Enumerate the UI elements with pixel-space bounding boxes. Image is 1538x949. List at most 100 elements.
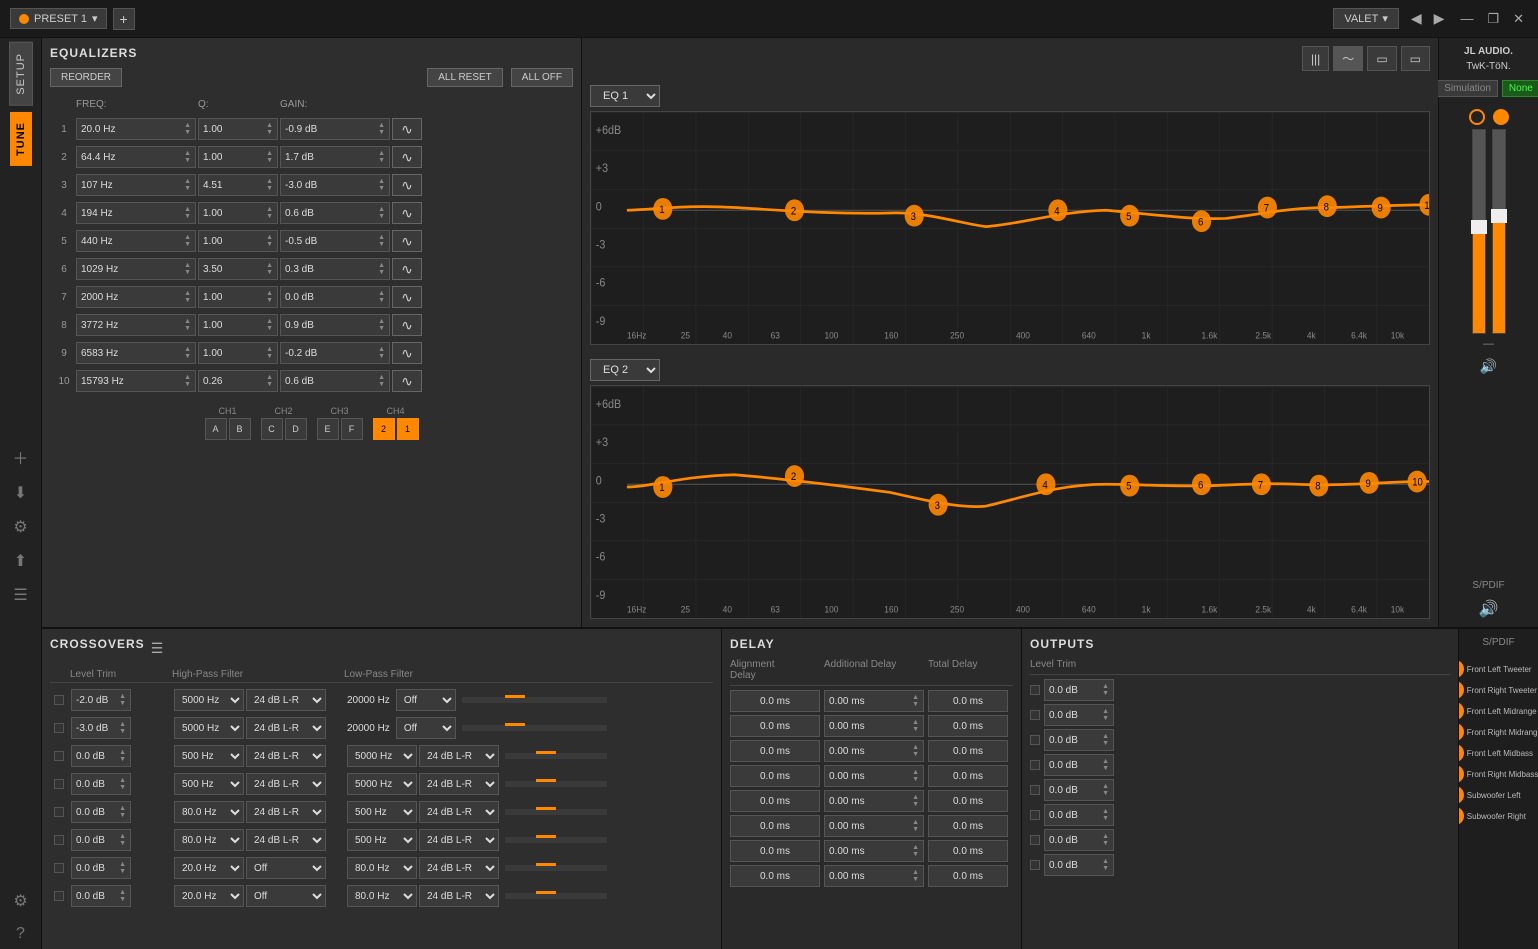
sidebar-add-icon[interactable]: ＋ (0, 439, 41, 475)
xo-hp-slope-2[interactable]: 24 dB L-R (246, 717, 326, 739)
eq-q-8[interactable]: 1.00 ▲▼ (198, 314, 278, 336)
xo-hp-freq-8[interactable]: 20.0 Hz (174, 885, 244, 907)
ch1-b-btn[interactable]: B (229, 418, 251, 440)
all-off-button[interactable]: ALL OFF (511, 68, 573, 87)
eq-freq-6[interactable]: 1029 Hz ▲▼ (76, 258, 196, 280)
sidebar-upload-icon[interactable]: ⬆ (0, 545, 41, 577)
eq-q-6[interactable]: 3.50 ▲▼ (198, 258, 278, 280)
output-level-A[interactable]: 0.0 dB ▲▼ (1044, 679, 1114, 701)
setup-tab[interactable]: SETUP (9, 42, 33, 106)
tune-tab[interactable]: TUNE (10, 112, 32, 166)
xo-hp-slope-3[interactable]: 24 dB L-R (246, 745, 326, 767)
output-level-B[interactable]: 0.0 dB ▲▼ (1044, 704, 1114, 726)
output-check-H[interactable] (1030, 860, 1040, 870)
xo-check-4[interactable] (54, 779, 64, 789)
fader-track-left[interactable] (1472, 129, 1486, 334)
xo-check-6[interactable] (54, 835, 64, 845)
crossovers-menu-icon[interactable]: ☰ (151, 640, 164, 657)
xo-lp-freq-7[interactable]: 80.0 Hz (347, 857, 417, 879)
eq-gain-5[interactable]: -0.5 dB ▲▼ (280, 230, 390, 252)
spkr-icon-bottom[interactable]: 🔊 (1479, 599, 1499, 619)
delay-add-7[interactable]: 0.00 ms ▲▼ (824, 840, 924, 862)
delay-add-4[interactable]: 0.00 ms ▲▼ (824, 765, 924, 787)
xo-hp-freq-4[interactable]: 500 Hz (174, 773, 244, 795)
xo-check-5[interactable] (54, 807, 64, 817)
minimize-button[interactable]: — (1456, 9, 1477, 29)
eq-rect2-tool[interactable]: ▭ (1401, 46, 1430, 71)
eq-freq-10[interactable]: 15793 Hz ▲▼ (76, 370, 196, 392)
eq-gain-7[interactable]: 0.0 dB ▲▼ (280, 286, 390, 308)
xo-level-7[interactable]: 0.0 dB ▲▼ (71, 857, 131, 879)
xo-check-1[interactable] (54, 695, 64, 705)
xo-hp-freq-2[interactable]: 5000 Hz (174, 717, 244, 739)
eq-gain-9[interactable]: -0.2 dB ▲▼ (280, 342, 390, 364)
reorder-button[interactable]: REORDER (50, 68, 122, 87)
xo-hp-freq-1[interactable]: 5000 Hz (174, 689, 244, 711)
eq-wave-btn-7[interactable]: ∿ (392, 286, 422, 308)
output-check-C[interactable] (1030, 735, 1040, 745)
xo-hp-slope-4[interactable]: 24 dB L-R (246, 773, 326, 795)
xo-hp-freq-6[interactable]: 80.0 Hz (174, 829, 244, 851)
eq-q-2[interactable]: 1.00 ▲▼ (198, 146, 278, 168)
sidebar-gear-icon[interactable]: ⚙ (0, 885, 41, 917)
eq-gain-4[interactable]: 0.6 dB ▲▼ (280, 202, 390, 224)
delay-add-1[interactable]: 0.00 ms ▲▼ (824, 690, 924, 712)
ch3-e-btn[interactable]: E (317, 418, 339, 440)
sidebar-settings-icon[interactable]: ⚙ (0, 511, 41, 543)
sidebar-help-icon[interactable]: ? (0, 919, 41, 949)
eq-gain-10[interactable]: 0.6 dB ▲▼ (280, 370, 390, 392)
xo-lp-freq-5[interactable]: 500 Hz (347, 801, 417, 823)
eq-wave-btn-3[interactable]: ∿ (392, 174, 422, 196)
radio-left[interactable] (1469, 109, 1485, 125)
eq-q-1[interactable]: 1.00 ▲▼ (198, 118, 278, 140)
eq1-select[interactable]: EQ 1 EQ 2 (590, 85, 660, 107)
restore-button[interactable]: ❐ (1483, 9, 1503, 29)
sidebar-download-icon[interactable]: ⬇ (0, 477, 41, 509)
eq-gain-3[interactable]: -3.0 dB ▲▼ (280, 174, 390, 196)
delay-add-5[interactable]: 0.00 ms ▲▼ (824, 790, 924, 812)
nav-forward-button[interactable]: ▶ (1430, 8, 1449, 29)
eq-q-4[interactable]: 1.00 ▲▼ (198, 202, 278, 224)
xo-lp-slope-4[interactable]: 24 dB L-R (419, 773, 499, 795)
close-button[interactable]: ✕ (1509, 9, 1528, 29)
xo-check-8[interactable] (54, 891, 64, 901)
eq-q-9[interactable]: 1.00 ▲▼ (198, 342, 278, 364)
eq-wave-btn-1[interactable]: ∿ (392, 118, 422, 140)
output-level-H[interactable]: 0.0 dB ▲▼ (1044, 854, 1114, 876)
xo-hp-freq-3[interactable]: 500 Hz (174, 745, 244, 767)
xo-check-3[interactable] (54, 751, 64, 761)
xo-lp-mode-1[interactable]: Off (396, 689, 456, 711)
output-level-E[interactable]: 0.0 dB ▲▼ (1044, 779, 1114, 801)
eq-freq-7[interactable]: 2000 Hz ▲▼ (76, 286, 196, 308)
output-level-D[interactable]: 0.0 dB ▲▼ (1044, 754, 1114, 776)
eq-gain-2[interactable]: 1.7 dB ▲▼ (280, 146, 390, 168)
ch4-1-btn[interactable]: 1 (397, 418, 419, 440)
eq-wave-btn-6[interactable]: ∿ (392, 258, 422, 280)
sidebar-list-icon[interactable]: ☰ (0, 579, 41, 611)
delay-add-8[interactable]: 0.00 ms ▲▼ (824, 865, 924, 887)
ch2-d-btn[interactable]: D (285, 418, 307, 440)
ch3-f-btn[interactable]: F (341, 418, 363, 440)
xo-level-4[interactable]: 0.0 dB ▲▼ (71, 773, 131, 795)
xo-check-2[interactable] (54, 723, 64, 733)
eq-wave-btn-8[interactable]: ∿ (392, 314, 422, 336)
xo-hp-slope-6[interactable]: 24 dB L-R (246, 829, 326, 851)
output-level-C[interactable]: 0.0 dB ▲▼ (1044, 729, 1114, 751)
eq2-select[interactable]: EQ 2 EQ 1 (590, 359, 660, 381)
output-check-F[interactable] (1030, 810, 1040, 820)
xo-hp-slope-5[interactable]: 24 dB L-R (246, 801, 326, 823)
xo-hp-slope-7[interactable]: Off (246, 857, 326, 879)
xo-lp-slope-7[interactable]: 24 dB L-R (419, 857, 499, 879)
output-check-B[interactable] (1030, 710, 1040, 720)
output-check-D[interactable] (1030, 760, 1040, 770)
xo-lp-slope-5[interactable]: 24 dB L-R (419, 801, 499, 823)
eq-wave-btn-5[interactable]: ∿ (392, 230, 422, 252)
xo-check-7[interactable] (54, 863, 64, 873)
xo-lp-slope-3[interactable]: 24 dB L-R (419, 745, 499, 767)
xo-lp-freq-4[interactable]: 5000 Hz (347, 773, 417, 795)
eq-wave-tool[interactable]: 〜 (1333, 46, 1363, 71)
eq-freq-9[interactable]: 6583 Hz ▲▼ (76, 342, 196, 364)
nav-back-button[interactable]: ◀ (1407, 8, 1426, 29)
eq-wave-btn-4[interactable]: ∿ (392, 202, 422, 224)
eq-wave-btn-2[interactable]: ∿ (392, 146, 422, 168)
